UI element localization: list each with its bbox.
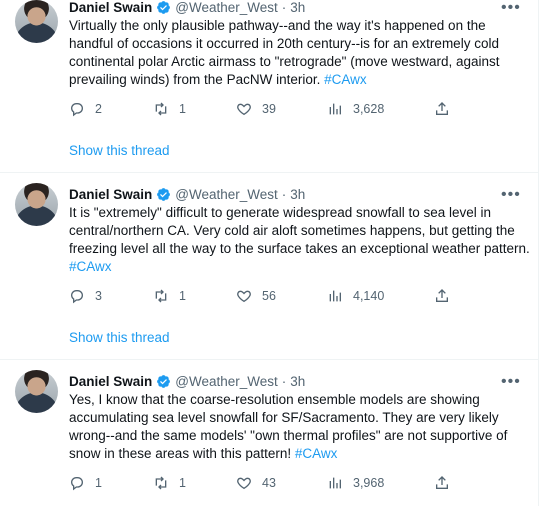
views-button[interactable]: 3,968 — [327, 475, 384, 491]
verified-badge-icon — [157, 0, 171, 14]
timestamp[interactable]: 3h — [290, 0, 305, 15]
like-icon — [237, 290, 251, 303]
author-name[interactable]: Daniel Swain — [69, 0, 152, 15]
views-icon — [329, 103, 341, 115]
tweet-body: Yes, I know that the coarse-resolution e… — [69, 392, 508, 461]
author-handle[interactable]: @Weather_West — [175, 0, 278, 15]
like-count: 39 — [262, 102, 276, 116]
verified-badge-icon — [157, 187, 171, 201]
reply-button[interactable]: 1 — [69, 475, 102, 491]
tweet-text: Yes, I know that the coarse-resolution e… — [69, 391, 531, 463]
retweet-count: 1 — [179, 476, 186, 490]
retweet-count: 1 — [179, 102, 186, 116]
retweet-button[interactable]: 1 — [153, 475, 186, 491]
like-button[interactable]: 56 — [236, 288, 276, 304]
like-icon — [237, 477, 251, 490]
share-button[interactable] — [434, 101, 450, 117]
action-bar: 3 1 56 4,140 — [69, 288, 469, 306]
show-thread-link[interactable]: Show this thread — [69, 330, 170, 345]
avatar[interactable] — [15, 183, 58, 226]
views-count: 3,968 — [353, 476, 385, 490]
retweet-icon — [155, 289, 167, 303]
retweet-icon — [155, 102, 167, 116]
separator-dot: · — [281, 373, 287, 389]
views-count: 4,140 — [353, 289, 385, 303]
tweet-body: It is "extremely" difficult to generate … — [69, 205, 530, 256]
timeline-border — [538, 0, 539, 506]
views-button[interactable]: 3,628 — [327, 101, 384, 117]
tweet-text: It is "extremely" difficult to generate … — [69, 204, 531, 276]
reply-count: 1 — [95, 476, 102, 490]
like-count: 43 — [262, 476, 276, 490]
reply-button[interactable]: 3 — [69, 288, 102, 304]
author-name[interactable]: Daniel Swain — [69, 187, 152, 202]
reply-icon — [70, 477, 83, 491]
share-icon — [436, 476, 448, 489]
reply-button[interactable]: 2 — [69, 101, 102, 117]
reply-count: 3 — [95, 289, 102, 303]
separator-dot: · — [281, 186, 287, 202]
share-icon — [436, 102, 448, 115]
avatar[interactable] — [15, 0, 58, 43]
hashtag-link[interactable]: #CAwx — [324, 72, 367, 87]
share-button[interactable] — [434, 288, 450, 304]
share-button[interactable] — [434, 475, 450, 491]
author-handle[interactable]: @Weather_West — [175, 187, 278, 202]
reply-icon — [70, 290, 83, 304]
timestamp[interactable]: 3h — [290, 374, 305, 389]
like-icon — [237, 103, 251, 116]
action-bar: 2 1 39 3,628 — [69, 101, 469, 119]
author-handle[interactable]: @Weather_West — [175, 374, 278, 389]
retweet-icon — [155, 476, 167, 490]
tweet-body: Virtually the only plausible pathway--an… — [69, 18, 500, 87]
views-icon — [329, 290, 341, 302]
hashtag-link[interactable]: #CAwx — [295, 446, 338, 461]
hashtag-link[interactable]: #CAwx — [69, 259, 112, 274]
retweet-button[interactable]: 1 — [153, 288, 186, 304]
verified-badge-icon — [157, 374, 171, 388]
tweet-text: Virtually the only plausible pathway--an… — [69, 17, 531, 89]
retweet-count: 1 — [179, 289, 186, 303]
avatar[interactable] — [15, 370, 58, 413]
timestamp[interactable]: 3h — [290, 187, 305, 202]
separator-dot: · — [281, 0, 287, 15]
like-count: 56 — [262, 289, 276, 303]
action-bar: 1 1 43 3,968 — [69, 475, 469, 493]
tweet-divider — [0, 172, 538, 173]
views-count: 3,628 — [353, 102, 385, 116]
views-icon — [329, 477, 341, 489]
reply-icon — [70, 103, 83, 117]
like-button[interactable]: 43 — [236, 475, 276, 491]
share-icon — [436, 289, 448, 302]
reply-count: 2 — [95, 102, 102, 116]
tweet-divider — [0, 359, 538, 360]
views-button[interactable]: 4,140 — [327, 288, 384, 304]
show-thread-link[interactable]: Show this thread — [69, 143, 170, 158]
retweet-button[interactable]: 1 — [153, 101, 186, 117]
author-name[interactable]: Daniel Swain — [69, 374, 152, 389]
like-button[interactable]: 39 — [236, 101, 276, 117]
